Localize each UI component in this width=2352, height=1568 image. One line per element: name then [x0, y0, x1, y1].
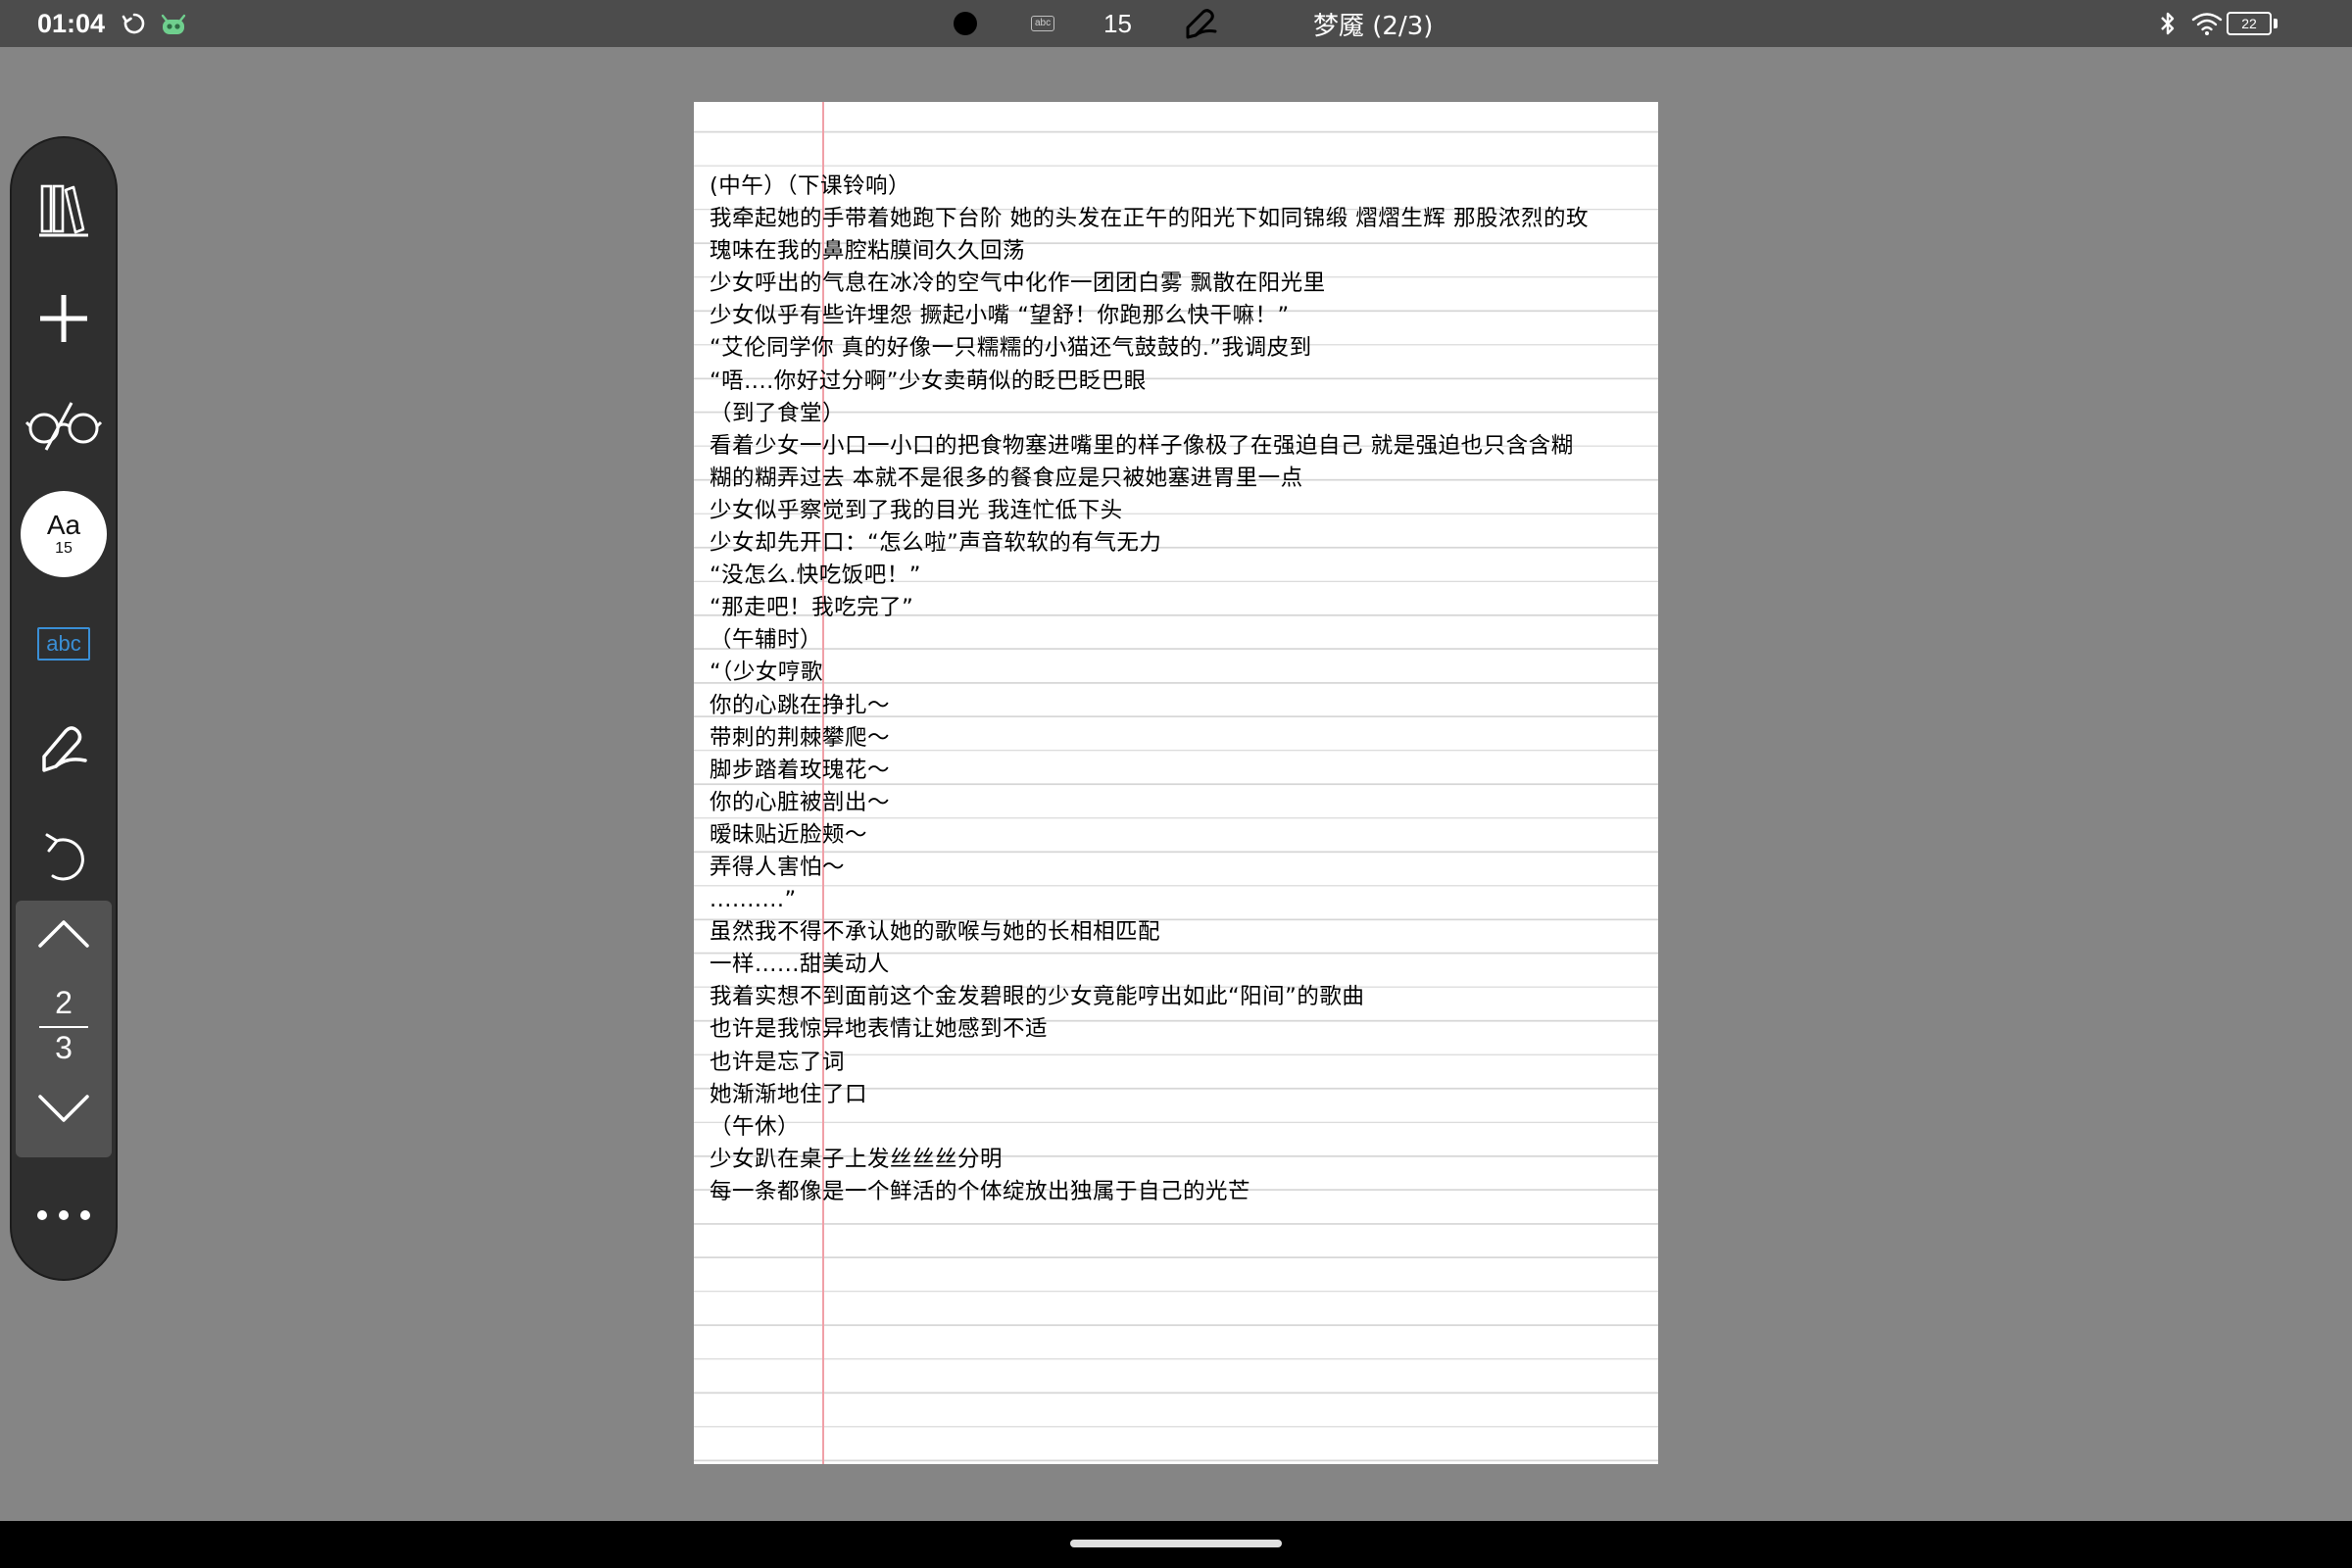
text-line: （午休） — [710, 1113, 801, 1140]
text-line: “那走吧！我吃完了” — [710, 595, 914, 621]
text-line: 糊的糊弄过去 本就不是很多的餐食应是只被她塞进胃里一点 — [710, 465, 1303, 491]
bluetooth-icon — [2158, 0, 2178, 47]
library-button[interactable] — [12, 168, 116, 256]
status-bar: 01:04 abc 15 梦魇 (2/3) 22 — [0, 0, 2352, 47]
text-line: (中午）（下课铃响） — [710, 173, 911, 199]
record-dot-icon — [953, 0, 978, 47]
add-button[interactable] — [12, 271, 116, 369]
text-line: 脚步踏着玫瑰花～ — [710, 757, 891, 783]
font-size-value: 15 — [55, 540, 73, 557]
font-size-button[interactable]: Aa 15 — [12, 483, 116, 585]
navigation-bar — [0, 1521, 2352, 1568]
chevron-up-icon — [36, 918, 91, 954]
document-title: 梦魇 (2/3) — [1313, 11, 1434, 41]
text-line: “（少女哼歌 — [710, 660, 823, 686]
pen-icon — [1182, 0, 1221, 47]
robot-icon — [159, 0, 188, 47]
battery-level: 22 — [2227, 12, 2272, 35]
undo-button[interactable] — [12, 805, 116, 912]
notebook-page[interactable]: (中午）（下课铃响） 我牵起她的手带着她跑下台阶 她的头发在正午的阳光下如同锦缎 … — [694, 102, 1658, 1464]
text-line: 暧昧贴近脸颊～ — [710, 821, 868, 848]
text-line: 一样......甜美动人 — [710, 952, 890, 978]
text-recognition-button[interactable]: abc — [12, 595, 116, 693]
text-line: 你的心脏被剖出～ — [710, 789, 891, 815]
more-button[interactable] — [12, 1187, 116, 1246]
text-line: 看着少女一小口一小口的把食物塞进嘴里的样子像极了在强迫自己 就是强迫也只含含糊 — [710, 432, 1574, 459]
text-line: （午辅时） — [710, 627, 823, 654]
text-line: （到了食堂） — [710, 400, 846, 426]
home-indicator[interactable] — [1070, 1540, 1282, 1547]
text-line: 我着实想不到面前这个金发碧眼的少女竟能哼出如此“阳间”的歌曲 — [710, 984, 1365, 1010]
text-line: 每一条都像是一个鲜活的个体绽放出独属于自己的光芒 — [710, 1178, 1251, 1204]
text-line: 也许是我惊异地表情让她感到不适 — [710, 1016, 1049, 1043]
font-size-indicator: Aa 15 — [21, 491, 107, 577]
handwritten-text: (中午）（下课铃响） 我牵起她的手带着她跑下台阶 她的头发在正午的阳光下如同锦缎 … — [710, 171, 1658, 1208]
text-line: 少女似乎察觉到了我的目光 我连忙低下头 — [710, 497, 1123, 523]
text-line: 少女却先开口：“怎么啦”声音软软的有气无力 — [710, 530, 1162, 557]
previous-page-button[interactable] — [16, 906, 112, 965]
library-icon — [36, 180, 91, 243]
pen-button[interactable] — [12, 697, 116, 805]
text-line: 也许是忘了词 — [710, 1049, 846, 1075]
text-line: 你的心跳在挣扎～ — [710, 692, 891, 718]
text-line: 少女呼出的气息在冰冷的空气中化作一团团白雾 飘散在阳光里 — [710, 270, 1326, 297]
next-page-button[interactable] — [16, 1081, 112, 1140]
battery-icon: 22 — [2227, 0, 2278, 47]
text-line: “没怎么.快吃饭吧！” — [710, 563, 921, 589]
add-icon — [38, 293, 89, 348]
status-font-size: 15 — [1103, 8, 1132, 38]
reading-mode-button[interactable] — [12, 377, 116, 475]
font-label: Aa — [46, 510, 81, 540]
text-line: 少女趴在桌子上发丝丝丝分明 — [710, 1146, 1004, 1172]
abc-icon: abc — [1031, 0, 1055, 47]
wifi-icon — [2191, 0, 2223, 47]
side-toolbar: Aa 15 abc 2 3 — [10, 136, 118, 1281]
undo-icon — [39, 827, 88, 890]
total-pages: 3 — [55, 1030, 73, 1065]
status-time: 01:04 — [37, 8, 106, 38]
text-line: ..........” — [710, 887, 797, 913]
text-line: 少女似乎有些许埋怨 撅起小嘴 “望舒！你跑那么快干嘛！” — [710, 303, 1290, 329]
abc-icon: abc — [37, 627, 90, 661]
text-line: “艾伦同学你 真的好像一只糯糯的小猫还气鼓鼓的.”我调皮到 — [710, 335, 1312, 362]
text-line: 弄得人害怕～ — [710, 854, 846, 880]
text-line: 虽然我不得不承认她的歌喉与她的长相相匹配 — [710, 919, 1161, 946]
text-line: 带刺的荆棘攀爬～ — [710, 724, 891, 751]
text-line: 我牵起她的手带着她跑下台阶 她的头发在正午的阳光下如同锦缎 熠熠生辉 那股浓烈的… — [710, 206, 1589, 232]
sync-icon — [122, 0, 147, 47]
pen-icon — [34, 719, 93, 782]
chevron-down-icon — [36, 1093, 91, 1128]
page-divider — [39, 1026, 88, 1028]
text-line: 她渐渐地住了口 — [710, 1081, 868, 1107]
text-line: “唔....你好过分啊”少女卖萌似的眨巴眨巴眼 — [710, 368, 1147, 394]
text-line: 瑰味在我的鼻腔粘膜间久久回荡 — [710, 238, 1026, 265]
more-icon — [34, 1207, 93, 1226]
page-navigator: 2 3 — [16, 901, 112, 1157]
current-page: 2 — [55, 985, 73, 1020]
glasses-icon — [24, 395, 103, 458]
